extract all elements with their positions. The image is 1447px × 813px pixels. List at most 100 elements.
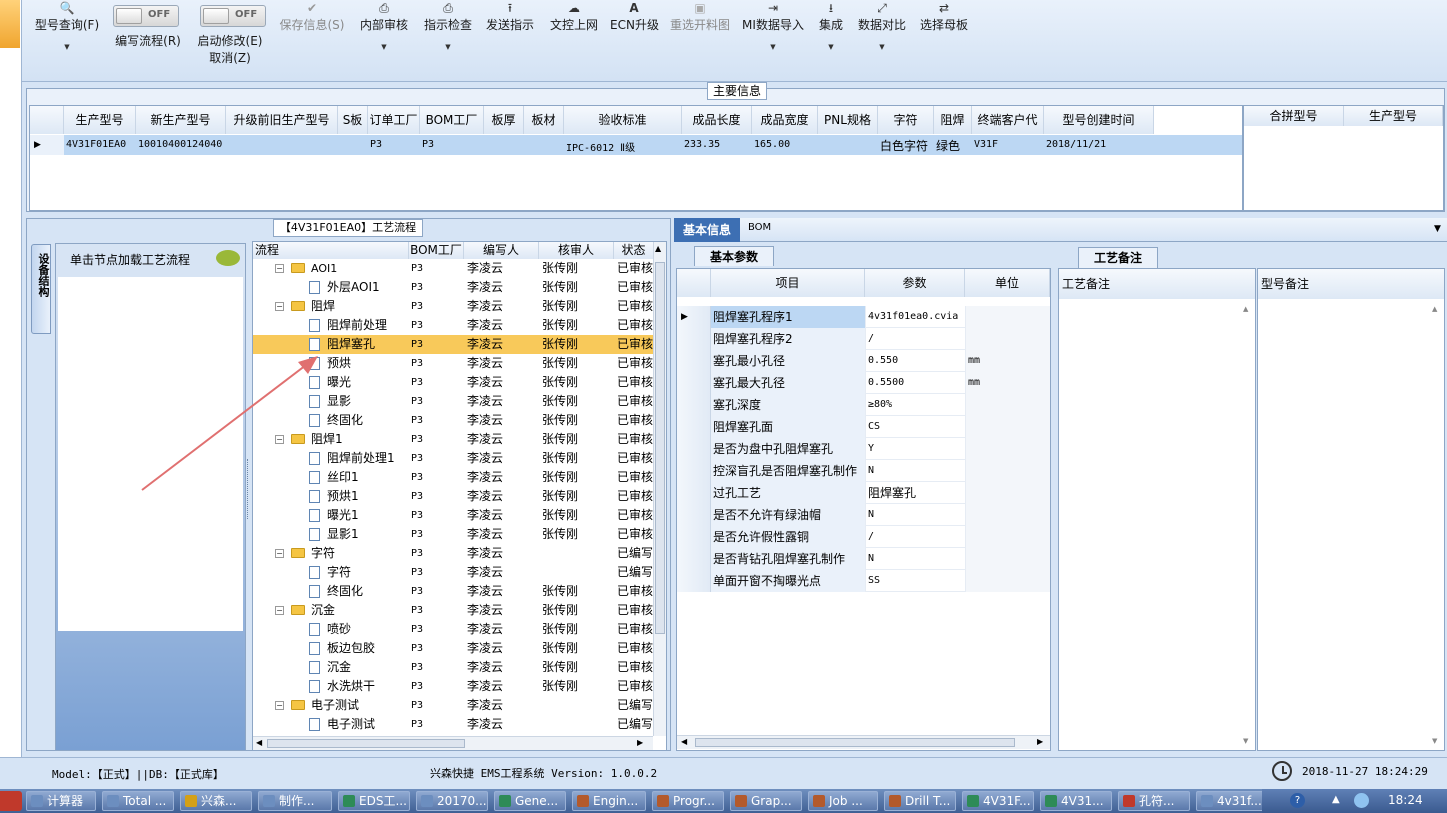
flow-tree-row[interactable]: 外层AOI1 P3 李凌云 张传刚 已审核 <box>253 278 653 297</box>
param-row[interactable]: 阻焊塞孔程序2/ <box>677 328 1050 350</box>
param-row[interactable]: 塞孔最大孔径 0.5500 mm <box>677 372 1050 394</box>
param-value-cell[interactable]: / <box>865 328 965 350</box>
scroll-thumb[interactable] <box>695 738 1015 747</box>
scroll-thumb[interactable] <box>267 739 465 748</box>
taskbar-item[interactable]: 计算器 <box>26 791 96 811</box>
param-value-cell[interactable]: N <box>865 460 965 482</box>
param-value-cell[interactable]: CS <box>865 416 965 438</box>
param-row[interactable]: 是否背钻孔阻焊塞孔制作 N <box>677 548 1050 570</box>
mi-import-button[interactable]: ⇥ MI数据导入 ▼ <box>740 0 806 51</box>
row-header[interactable] <box>677 460 711 482</box>
taskbar-item[interactable]: Gene... <box>494 791 566 811</box>
param-value-cell[interactable]: SS <box>865 570 965 592</box>
row-header[interactable] <box>677 372 711 394</box>
help-icon[interactable]: ? <box>1290 793 1305 808</box>
save-button[interactable]: ✔ 保存信息(S) <box>276 0 348 33</box>
taskbar-item[interactable]: 20170... <box>416 791 488 811</box>
table-row[interactable]: ▶ 4V31F01EA0 10010400124040 P3 P3 IPC-6012 Ⅱ… <box>30 135 1242 155</box>
param-value-cell[interactable]: ≥80% <box>865 394 965 416</box>
select-parent-button[interactable]: ⇄ 选择母板 <box>918 0 970 33</box>
collapse-icon[interactable]: − <box>275 302 284 311</box>
row-header[interactable] <box>677 416 711 438</box>
param-value-cell[interactable]: 4v31f01ea0.cvia <box>865 306 965 328</box>
main-info-col-header[interactable]: 终端客户代码 <box>972 106 1044 155</box>
flow-tree-row[interactable]: 阻焊前处理 P3 李凌云 张传刚 已审核 <box>253 316 653 335</box>
scroll-right-icon[interactable]: ▶ <box>637 738 643 747</box>
param-row[interactable]: 单面开窗不掏曝光点 SS <box>677 570 1050 592</box>
collapse-icon[interactable]: − <box>275 606 284 615</box>
param-row[interactable]: 阻焊塞孔面 CS <box>677 416 1050 438</box>
param-value-cell[interactable]: N <box>865 548 965 570</box>
main-info-col-header[interactable]: 生产型号 <box>64 106 136 134</box>
taskbar-item[interactable]: EDS工... <box>338 791 410 811</box>
tab-menu-arrow-icon[interactable]: ▼ <box>1434 224 1441 234</box>
flow-tree-row[interactable]: 板边包胶 P3 李凌云 张传刚 已审核 <box>253 639 653 658</box>
flow-vscrollbar[interactable]: ▲ <box>653 242 666 736</box>
param-row[interactable]: 是否允许假性露铜 / <box>677 526 1050 548</box>
main-info-col-header[interactable]: S板 <box>338 106 368 134</box>
flow-tree-row[interactable]: 沉金 P3 李凌云 张传刚 已审核 <box>253 658 653 677</box>
tray-expand-icon[interactable]: ▲ <box>1332 794 1340 805</box>
param-value-cell[interactable]: N <box>865 504 965 526</box>
scroll-up-icon[interactable]: ▲ <box>655 244 661 253</box>
scroll-down-icon[interactable]: ▼ <box>1243 737 1248 745</box>
param-row[interactable]: 是否为盘中孔阻焊塞孔 Y <box>677 438 1050 460</box>
flow-tree-row[interactable]: − 沉金 P3 李凌云 张传刚 已审核 <box>253 601 653 620</box>
flow-tree-row[interactable]: 水洗烘干 P3 李凌云 张传刚 已审核 <box>253 677 653 696</box>
taskbar-item[interactable]: 孔符... <box>1118 791 1190 811</box>
param-value-cell[interactable]: / <box>865 526 965 548</box>
row-header[interactable] <box>677 482 711 504</box>
ecn-button[interactable]: A ECN升级 <box>610 0 659 33</box>
main-info-col-header[interactable]: 验收标准 <box>564 106 682 134</box>
tab-bom[interactable]: BOM <box>748 222 771 233</box>
start-button[interactable] <box>0 791 22 811</box>
flow-tree-row[interactable]: 电子测试 P3 李凌云 已编写 <box>253 715 653 734</box>
scroll-up-icon[interactable]: ▲ <box>1243 305 1248 313</box>
internal-review-button[interactable]: ⎙ 内部审核 ▼ <box>358 0 410 51</box>
flow-tree-row[interactable]: − 阻焊 P3 李凌云 张传刚 已审核 <box>253 297 653 316</box>
tab-process-notes[interactable]: 工艺备注 <box>1078 247 1158 268</box>
scroll-up-icon[interactable]: ▲ <box>1432 305 1437 313</box>
param-row[interactable]: 塞孔深度 ≥80% <box>677 394 1050 416</box>
flow-tree-row[interactable]: 字符 P3 李凌云 已编写 <box>253 563 653 582</box>
main-info-col-header[interactable]: 字符 <box>878 106 934 134</box>
collapse-icon[interactable]: − <box>275 549 284 558</box>
param-row[interactable]: 塞孔最小孔径 0.550 mm <box>677 350 1050 372</box>
flow-tree-row[interactable]: 终固化 P3 李凌云 张传刚 已审核 <box>253 582 653 601</box>
collapse-icon[interactable]: − <box>275 701 284 710</box>
taskbar-item[interactable]: 制作... <box>258 791 332 811</box>
taskbar-item[interactable]: Total ... <box>102 791 174 811</box>
param-value-cell[interactable]: 阻焊塞孔 <box>865 482 965 504</box>
flow-tree-row[interactable]: 曝光1 P3 李凌云 张传刚 已审核 <box>253 506 653 525</box>
param-value-cell[interactable]: 0.550 <box>865 350 965 372</box>
flow-tree-row[interactable]: − 电子测试 P3 李凌云 已编写 <box>253 696 653 715</box>
taskbar-item[interactable]: Job ... <box>808 791 878 811</box>
params-hscrollbar[interactable]: ◀ ▶ <box>677 735 1050 749</box>
row-header[interactable] <box>677 394 711 416</box>
main-info-col-header[interactable]: 板厚 <box>484 106 524 134</box>
upload-button[interactable]: ☁ 文控上网 <box>548 0 600 33</box>
flow-tree-row[interactable]: − 字符 P3 李凌云 已编写 <box>253 544 653 563</box>
main-info-col-header[interactable]: 板材 <box>524 106 564 134</box>
scroll-left-icon[interactable]: ◀ <box>681 737 687 746</box>
param-value-cell[interactable]: 0.5500 <box>865 372 965 394</box>
process-notes-area[interactable]: 工艺备注 ▲ ▼ <box>1058 268 1256 751</box>
subtab-basic-params[interactable]: 基本参数 <box>694 246 774 266</box>
taskbar-item[interactable]: Grap... <box>730 791 802 811</box>
main-info-col-header[interactable]: 型号创建时间 <box>1044 106 1154 134</box>
compare-button[interactable]: ⤢ 数据对比 ▼ <box>856 0 908 51</box>
scroll-down-icon[interactable]: ▼ <box>1432 737 1437 745</box>
taskbar-item[interactable]: 4v31f... <box>1196 791 1268 811</box>
row-header[interactable] <box>677 504 711 526</box>
flow-tree-row[interactable]: 显影1 P3 李凌云 张传刚 已审核 <box>253 525 653 544</box>
taskbar-item[interactable]: 4V31F... <box>962 791 1034 811</box>
taskbar-item[interactable]: Engin... <box>572 791 646 811</box>
cancel-button[interactable]: 取消(Z) <box>209 51 251 65</box>
param-row[interactable]: 控深盲孔是否阻焊塞孔制作 N <box>677 460 1050 482</box>
taskbar-item[interactable]: 兴森... <box>180 791 252 811</box>
taskbar-item[interactable]: 4V31... <box>1040 791 1112 811</box>
taskbar-item[interactable]: Progr... <box>652 791 724 811</box>
row-header[interactable] <box>677 570 711 592</box>
tab-basic-info[interactable]: 基本信息 <box>674 218 740 242</box>
taskbar-item[interactable]: Drill T... <box>884 791 956 811</box>
